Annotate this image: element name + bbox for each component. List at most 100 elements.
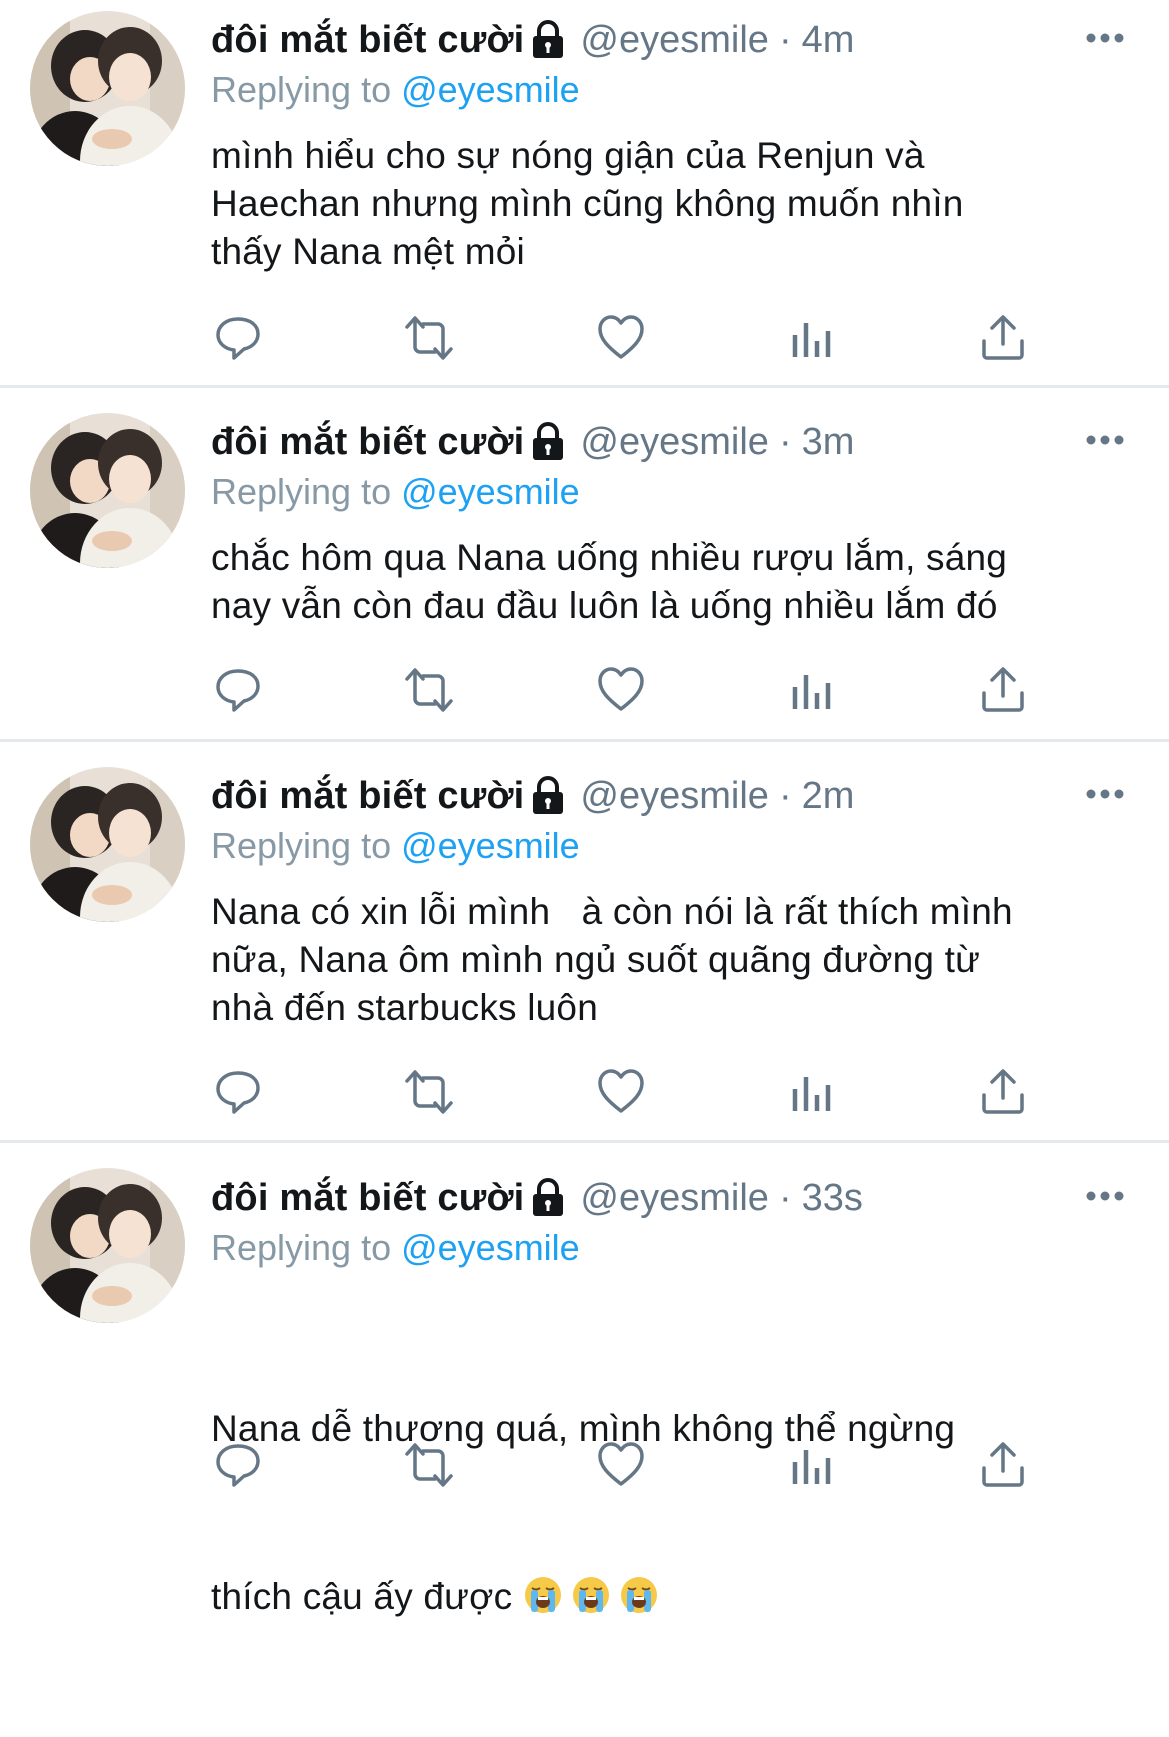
lock-icon (530, 422, 566, 462)
display-name[interactable]: đôi mắt biết cười (211, 775, 524, 818)
share-button[interactable] (978, 1440, 1028, 1490)
tweet[interactable]: đôi mắt biết cười @eyesmile · 33s Replyi… (0, 1143, 1169, 1617)
like-button[interactable] (596, 665, 646, 715)
tweet-header: đôi mắt biết cười @eyesmile · 3m (211, 418, 854, 466)
tweet-text: mình hiểu cho sự nóng giận của Renjun và… (211, 135, 964, 272)
more-options-icon[interactable] (1085, 31, 1125, 45)
tweet-text: chắc hôm qua Nana uống nhiều rượu lắm, s… (211, 537, 1008, 626)
user-handle[interactable]: @eyesmile (580, 421, 769, 464)
timestamp[interactable]: 3m (802, 421, 855, 464)
timestamp[interactable]: 33s (802, 1177, 863, 1220)
replying-to-label: Replying to (211, 1227, 402, 1268)
action-bar (211, 1440, 1041, 1490)
like-button[interactable] (596, 1440, 646, 1490)
lock-icon (530, 20, 566, 60)
timestamp[interactable]: 4m (802, 19, 855, 62)
lock-icon (530, 1178, 566, 1218)
retweet-button[interactable] (399, 1067, 459, 1117)
analytics-icon (787, 665, 837, 715)
tweet[interactable]: đôi mắt biết cười @eyesmile · 3m Replyin… (0, 388, 1169, 739)
tweet[interactable]: đôi mắt biết cười @eyesmile · 4m Replyin… (0, 0, 1169, 385)
reply-button[interactable] (213, 313, 263, 363)
display-name[interactable]: đôi mắt biết cười (211, 1177, 524, 1220)
replying-to: Replying to @eyesmile (211, 823, 580, 869)
replying-to-label: Replying to (211, 471, 402, 512)
heart-icon (596, 1067, 646, 1117)
action-bar (211, 665, 1041, 715)
like-button[interactable] (596, 1067, 646, 1117)
separator: · (778, 420, 792, 463)
reply-mention-link[interactable]: @eyesmile (401, 1227, 580, 1268)
comment-icon (213, 1067, 263, 1117)
analytics-button[interactable] (787, 313, 837, 363)
avatar[interactable] (30, 767, 185, 922)
comment-icon (213, 313, 263, 363)
share-icon (978, 665, 1028, 715)
analytics-button[interactable] (787, 665, 837, 715)
separator: · (778, 1176, 792, 1219)
more-options-icon[interactable] (1085, 433, 1125, 447)
share-icon (978, 313, 1028, 363)
analytics-icon (787, 1067, 837, 1117)
tweet-header: đôi mắt biết cười @eyesmile · 2m (211, 772, 854, 820)
loudly-crying-face-icon (571, 1575, 611, 1615)
tweet-text-line: thích cậu ấy được (211, 1569, 1141, 1625)
analytics-button[interactable] (787, 1440, 837, 1490)
more-options-icon[interactable] (1085, 787, 1125, 801)
heart-icon (596, 313, 646, 363)
retweet-button[interactable] (399, 665, 459, 715)
separator: · (778, 774, 792, 817)
avatar[interactable] (30, 1168, 185, 1323)
loudly-crying-face-icon (523, 1575, 563, 1615)
replying-to-label: Replying to (211, 825, 402, 866)
replying-to: Replying to @eyesmile (211, 67, 580, 113)
user-handle[interactable]: @eyesmile (580, 1177, 769, 1220)
share-icon (978, 1067, 1028, 1117)
retweet-button[interactable] (399, 1440, 459, 1490)
retweet-button[interactable] (399, 313, 459, 363)
tweet-header: đôi mắt biết cười @eyesmile · 4m (211, 16, 854, 64)
reply-mention-link[interactable]: @eyesmile (401, 471, 580, 512)
display-name[interactable]: đôi mắt biết cười (211, 19, 524, 62)
reply-mention-link[interactable]: @eyesmile (401, 825, 580, 866)
action-bar (211, 1067, 1041, 1117)
share-button[interactable] (978, 665, 1028, 715)
user-handle[interactable]: @eyesmile (580, 19, 769, 62)
comment-icon (213, 1440, 263, 1490)
heart-icon (596, 1440, 646, 1490)
avatar[interactable] (30, 413, 185, 568)
tweet-header: đôi mắt biết cười @eyesmile · 33s (211, 1174, 863, 1222)
share-icon (978, 1440, 1028, 1490)
retweet-icon (399, 1440, 459, 1490)
retweet-icon (399, 313, 459, 363)
replying-to: Replying to @eyesmile (211, 469, 580, 515)
heart-icon (596, 665, 646, 715)
share-button[interactable] (978, 1067, 1028, 1117)
timestamp[interactable]: 2m (802, 775, 855, 818)
analytics-icon (787, 1440, 837, 1490)
lock-icon (530, 776, 566, 816)
display-name[interactable]: đôi mắt biết cười (211, 421, 524, 464)
tweet-text-fragment: thích cậu ấy được (211, 1576, 523, 1617)
more-options-icon[interactable] (1085, 1189, 1125, 1203)
avatar[interactable] (30, 11, 185, 166)
analytics-button[interactable] (787, 1067, 837, 1117)
reply-mention-link[interactable]: @eyesmile (401, 69, 580, 110)
reply-button[interactable] (213, 1440, 263, 1490)
action-bar (211, 313, 1041, 363)
like-button[interactable] (596, 313, 646, 363)
separator: · (778, 18, 792, 61)
retweet-icon (399, 1067, 459, 1117)
reply-button[interactable] (213, 665, 263, 715)
reply-button[interactable] (213, 1067, 263, 1117)
comment-icon (213, 665, 263, 715)
retweet-icon (399, 665, 459, 715)
user-handle[interactable]: @eyesmile (580, 775, 769, 818)
replying-to-label: Replying to (211, 69, 402, 110)
tweet-text: Nana dễ thương quá, mình không thể ngừng… (211, 1289, 1141, 1737)
loudly-crying-face-icon (619, 1575, 659, 1615)
tweet-text: Nana có xin lỗi mình à còn nói là rất th… (211, 891, 1013, 1028)
tweet[interactable]: đôi mắt biết cười @eyesmile · 2m Replyin… (0, 742, 1169, 1140)
analytics-icon (787, 313, 837, 363)
share-button[interactable] (978, 313, 1028, 363)
